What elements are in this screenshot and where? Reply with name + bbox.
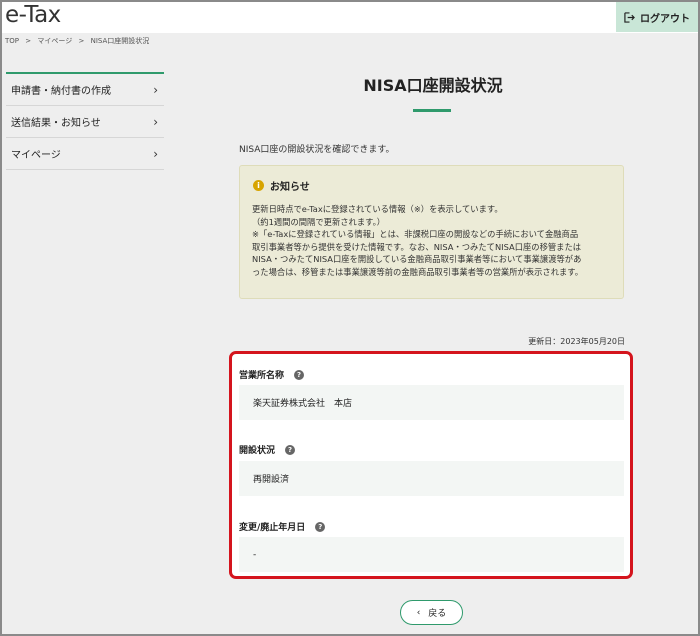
sidebar-item-label: 送信結果・お知らせ [11,118,101,129]
notice-line: （約1週間の間隔で更新されます。） [252,216,386,227]
chevron-left-icon: ‹ [416,607,421,618]
notice-line: った場合は、移管または事業譲渡等前の金融商品取引事業者等の営業所が表示されます。 [252,266,584,277]
breadcrumb-mypage[interactable]: マイページ [37,37,72,45]
back-button[interactable]: ‹ 戻る [400,600,463,625]
breadcrumb-separator: > [25,37,32,45]
sidebar-item-label: マイページ [11,150,61,161]
help-icon[interactable]: ? [285,444,296,455]
notice-heading-text: お知らせ [270,182,310,193]
breadcrumb-top[interactable]: TOP [5,37,19,45]
field-label-office: 営業所名称 ? [239,368,305,381]
field-label-text: 営業所名称 [239,371,285,381]
account-status-panel: 営業所名称 ? 楽天証券株式会社 本店 開設状況 ? 再開設済 変更/廃止年月日… [229,351,633,579]
notice-box: i お知らせ 更新日時点でe-Taxに登録されている情報（※）を表示しています。… [239,165,624,299]
help-icon[interactable]: ? [315,521,326,532]
chevron-right-icon: › [153,114,158,129]
page-title: NISA口座開設状況 [363,76,503,95]
title-underline [413,109,451,112]
notice-heading: i お知らせ [253,178,310,193]
notice-line: NISA・つみたてNISA口座を開設している金融商品取引事業者等において事業譲渡… [252,254,582,265]
sidebar: 申請書・納付書の作成 › 送信結果・お知らせ › マイページ › [6,72,164,170]
breadcrumb-separator: > [78,37,85,45]
sidebar-item-create-forms[interactable]: 申請書・納付書の作成 › [6,74,164,106]
notice-line: 取引事業者等から提供を受けた情報です。なお、NISA・つみたてNISA口座の移管… [252,241,582,252]
logout-button[interactable]: ログアウト [616,2,698,32]
field-label-text: 開設状況 [239,446,276,456]
header: e-Tax ログアウト [2,2,698,33]
logout-icon [624,11,635,23]
notice-line: 更新日時点でe-Taxに登録されている情報（※）を表示しています。 [252,204,503,214]
back-label: 戻る [428,609,447,619]
field-value-status: 再開設済 [239,461,624,496]
sidebar-item-mypage[interactable]: マイページ › [6,138,164,170]
intro-text: NISA口座の開設状況を確認できます。 [239,145,395,155]
field-label-text: 変更/廃止年月日 [239,523,306,533]
chevron-right-icon: › [153,146,158,161]
info-icon: i [253,180,264,191]
help-icon[interactable]: ? [294,369,305,380]
breadcrumb: TOP > マイページ > NISA口座開設状況 [5,36,153,46]
field-value-office: 楽天証券株式会社 本店 [239,385,624,420]
browser-frame: e-Tax ログアウト TOP > マイページ > NISA口座開設状況 申請書… [0,0,700,636]
notice-line: ※「e-Taxに登録されている情報」とは、非課税口座の開設などの手続において金融… [252,229,579,240]
field-label-change-date: 変更/廃止年月日 ? [239,520,326,533]
field-value-change-date: - [239,537,624,572]
sidebar-item-results-notices[interactable]: 送信結果・お知らせ › [6,106,164,138]
breadcrumb-current: NISA口座開設状況 [90,37,150,45]
field-label-status: 開設状況 ? [239,443,296,456]
sidebar-item-label: 申請書・納付書の作成 [11,86,111,97]
chevron-right-icon: › [153,82,158,97]
updated-date: 更新日：2023年05月20日 [528,337,625,346]
etax-logo[interactable]: e-Tax [5,2,61,28]
notice-body: 更新日時点でe-Taxに登録されている情報（※）を表示しています。 （約1週間の… [252,203,620,279]
logout-label: ログアウト [640,13,690,25]
